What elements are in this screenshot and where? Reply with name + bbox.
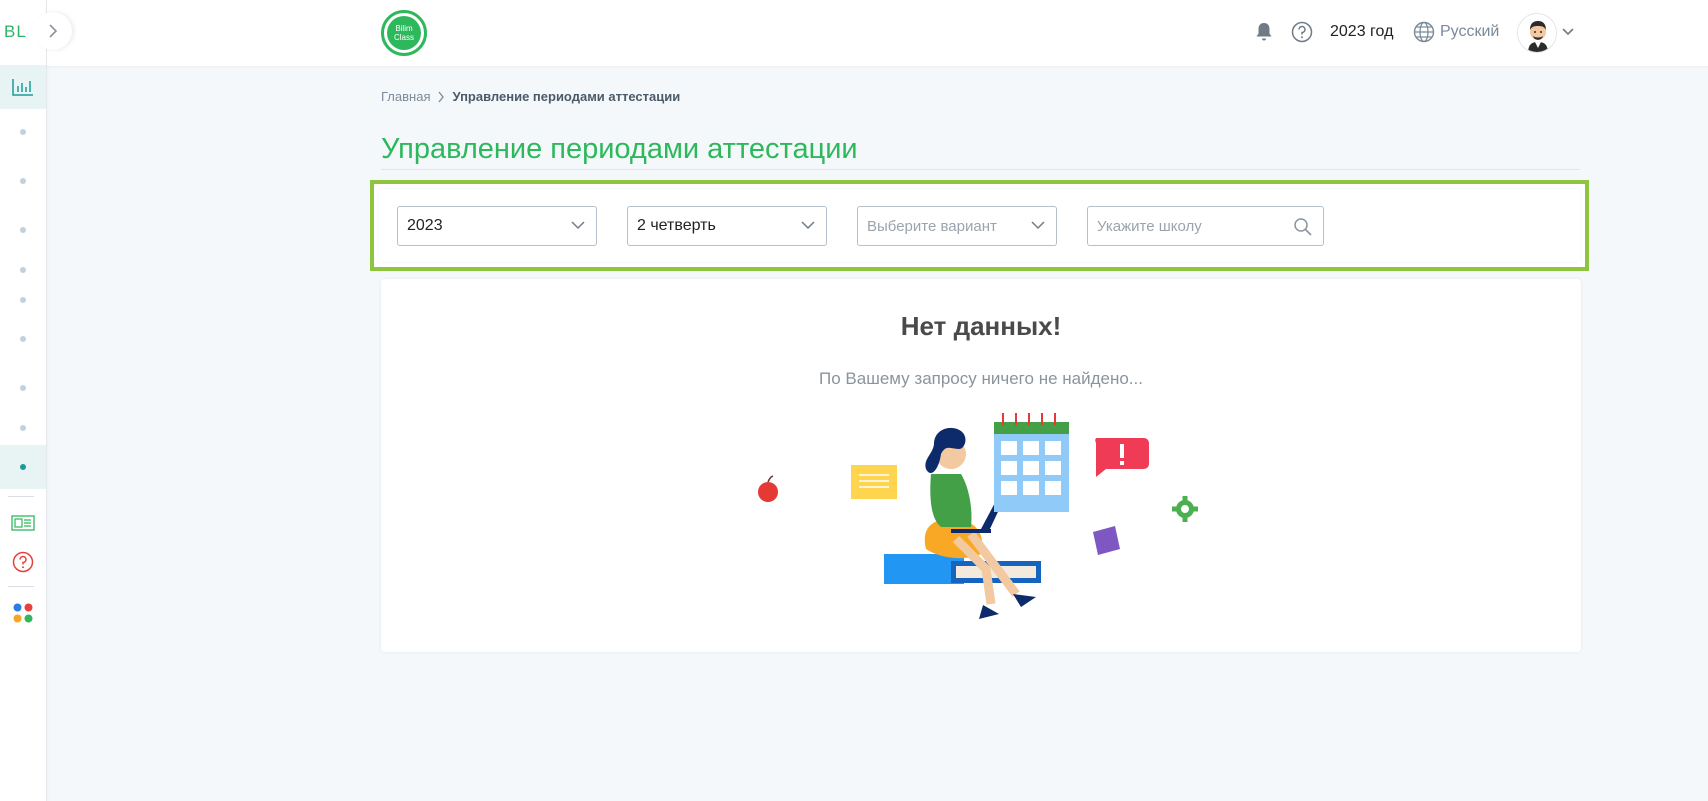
chevron-down-icon	[1562, 28, 1574, 36]
sidebar-item[interactable]	[0, 159, 46, 203]
title-divider	[381, 169, 1580, 170]
notifications-button[interactable]	[1252, 20, 1276, 44]
news-icon	[11, 515, 35, 531]
dot-icon	[20, 336, 26, 342]
dot-icon	[20, 178, 26, 184]
language-icon-wrap[interactable]	[1412, 20, 1436, 44]
chevron-right-icon	[49, 24, 58, 38]
empty-state-message: По Вашему запросу ничего не найдено...	[819, 369, 1143, 388]
sidebar-divider	[8, 586, 34, 587]
sidebar-item[interactable]	[0, 406, 46, 450]
dot-icon	[20, 227, 26, 233]
dot-icon	[20, 464, 26, 470]
dot-icon	[20, 425, 26, 431]
sidebar-item-active[interactable]	[0, 445, 46, 489]
sidebar-item[interactable]	[0, 317, 46, 361]
user-avatar-icon	[1518, 14, 1556, 52]
page-title: Управление периодами аттестации	[381, 133, 858, 165]
dot-icon	[20, 129, 26, 135]
sidebar-item-news[interactable]	[0, 501, 46, 545]
help-icon	[12, 551, 34, 573]
chevron-right-icon	[438, 91, 445, 102]
bell-icon	[1256, 23, 1272, 41]
dot-icon	[20, 385, 26, 391]
help-icon	[1291, 21, 1313, 43]
language-selector[interactable]: Русский	[1440, 23, 1499, 41]
dot-icon	[20, 297, 26, 303]
variant-select[interactable]: Выберите вариант	[857, 206, 1057, 246]
sidebar-item-help[interactable]	[0, 540, 46, 584]
variant-select-placeholder: Выберите вариант	[867, 217, 997, 235]
quarter-select-value: 2 четверть	[637, 217, 716, 234]
apps-icon	[13, 603, 33, 623]
chevron-down-icon	[1031, 221, 1045, 230]
chevron-down-icon	[571, 221, 585, 230]
school-search-placeholder: Укажите школу	[1097, 217, 1202, 235]
sidebar-item[interactable]	[0, 278, 46, 322]
sidebar-toggle-button[interactable]	[34, 12, 72, 50]
breadcrumb: Главная Управление периодами аттестации	[381, 89, 680, 104]
help-button[interactable]	[1290, 20, 1314, 44]
empty-state-title: Нет данных!	[900, 311, 1062, 341]
sidebar-item[interactable]	[0, 208, 46, 252]
breadcrumb-home-link[interactable]: Главная	[381, 89, 430, 104]
quarter-select[interactable]: 2 четверть	[627, 206, 827, 246]
sidebar-divider	[8, 496, 34, 497]
sidebar: BL	[0, 0, 72, 801]
dot-icon	[20, 267, 26, 273]
globe-icon	[1413, 21, 1435, 43]
brand-logo-inner: Bilim Class	[387, 16, 421, 50]
chevron-down-icon	[801, 221, 815, 230]
brand-text-line2: Class	[393, 33, 414, 42]
sidebar-item[interactable]	[0, 110, 46, 154]
top-header: Bilim Class 2023 год Русский	[47, 0, 1708, 66]
brand-logo[interactable]: Bilim Class	[381, 10, 427, 56]
sidebar-item[interactable]	[0, 366, 46, 410]
sidebar-item-dashboard[interactable]	[0, 65, 46, 109]
breadcrumb-current: Управление периодами аттестации	[452, 89, 681, 104]
profile-menu-button[interactable]	[1556, 20, 1580, 44]
year-select-value: 2023	[407, 217, 443, 234]
sidebar-item-apps[interactable]	[0, 591, 46, 635]
chart-icon	[12, 79, 33, 96]
empty-state-illustration	[758, 413, 1198, 619]
academic-year-selector[interactable]: 2023 год	[1330, 23, 1393, 41]
year-select[interactable]: 2023	[397, 206, 597, 246]
search-icon[interactable]	[1293, 217, 1313, 237]
brand-text-line1: Bilim	[395, 24, 413, 33]
sidebar-logo[interactable]: BL	[4, 22, 27, 42]
results-panel: Нет данных! По Вашему запросу ничего не …	[381, 279, 1581, 652]
school-search-input[interactable]: Укажите школу	[1087, 206, 1324, 246]
avatar[interactable]	[1517, 13, 1557, 53]
